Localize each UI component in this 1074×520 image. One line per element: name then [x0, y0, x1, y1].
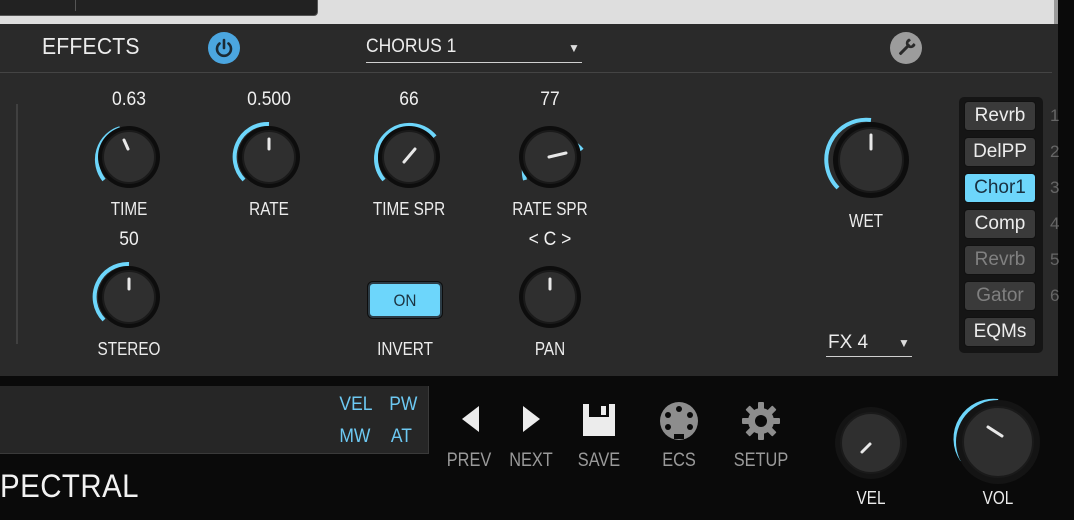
- next-label: NEXT: [509, 450, 553, 471]
- mod-at-label[interactable]: AT: [391, 426, 412, 448]
- wet-knob[interactable]: [816, 105, 926, 215]
- fx-slot-4[interactable]: Comp: [964, 209, 1036, 239]
- pan-knob[interactable]: [505, 252, 595, 342]
- header-divider: [0, 72, 1052, 73]
- velocity-label: VEL: [856, 488, 886, 508]
- setup-label: SETUP: [733, 450, 789, 471]
- volume-label: VOL: [982, 488, 1014, 508]
- fx-slot-2[interactable]: DelPP: [964, 137, 1036, 167]
- fx-slot-number: 3: [1050, 178, 1060, 197]
- rate-spr-value: 77: [540, 89, 560, 110]
- wrench-button[interactable]: [890, 32, 922, 64]
- pan-value: < C >: [528, 229, 572, 250]
- rate-label: RATE: [249, 199, 289, 219]
- fx-slot-6[interactable]: Gator: [964, 281, 1036, 311]
- top-display: 0000: [0, 0, 318, 16]
- time-spr-knob[interactable]: [364, 112, 454, 202]
- invert-button-text: ON: [393, 291, 417, 310]
- wrench-icon: [898, 38, 916, 56]
- ecs-button[interactable]: ECS: [644, 396, 714, 486]
- top-display-divider: [75, 0, 76, 11]
- fx-slot-number: 2: [1050, 142, 1060, 161]
- effect-type-dropdown[interactable]: CHORUS 1 ▼: [366, 36, 582, 63]
- chevron-down-icon: ▼: [568, 41, 580, 55]
- next-button[interactable]: NEXT: [496, 396, 566, 486]
- invert-toggle-button[interactable]: ON: [368, 282, 442, 318]
- preset-name: PECTRAL: [0, 468, 140, 504]
- power-button[interactable]: [208, 32, 240, 64]
- fx-slot-1[interactable]: Revrb: [964, 101, 1036, 131]
- fx-slot-7[interactable]: EQMs: [964, 317, 1036, 347]
- ecs-label: ECS: [662, 450, 696, 471]
- prev-button[interactable]: PREV: [434, 396, 504, 486]
- rate-spr-knob[interactable]: [505, 112, 595, 202]
- gear-icon: [742, 402, 780, 440]
- fx-slot-number: 5: [1050, 250, 1060, 269]
- chevron-down-icon: ▼: [898, 336, 910, 350]
- midi-port-icon: [660, 402, 698, 440]
- prev-label: PREV: [446, 450, 492, 471]
- top-display-text: 0000: [1, 0, 30, 3]
- fx-slot-3[interactable]: Chor1: [964, 173, 1036, 203]
- triangle-right-icon: [523, 406, 540, 432]
- stereo-value: 50: [119, 229, 139, 250]
- wet-label: WET: [849, 211, 883, 231]
- save-button[interactable]: SAVE: [564, 396, 634, 486]
- effect-type-value: CHORUS 1: [366, 36, 457, 57]
- stereo-knob[interactable]: [84, 252, 174, 342]
- time-label: TIME: [110, 199, 148, 219]
- fx-slot-number: 6: [1050, 286, 1060, 305]
- setup-button[interactable]: SETUP: [726, 396, 796, 486]
- rate-spr-label: RATE SPR: [512, 199, 588, 219]
- panel-divider: [16, 104, 18, 344]
- time-spr-value: 66: [399, 89, 419, 110]
- panel-edge: [1054, 0, 1058, 24]
- fx-slot-5[interactable]: Revrb: [964, 245, 1036, 275]
- fx-slot-list: Revrb DelPP Chor1 Comp Revrb Gator EQMs: [959, 97, 1043, 353]
- fx-slot-number: 4: [1050, 214, 1060, 233]
- invert-label: INVERT: [377, 339, 433, 359]
- time-knob[interactable]: [84, 112, 174, 202]
- mod-mw-label[interactable]: MW: [339, 426, 370, 448]
- fx-bus-value: FX 4: [828, 332, 869, 353]
- save-icon: [583, 404, 615, 436]
- time-value: 0.63: [111, 89, 147, 110]
- time-spr-label: TIME SPR: [372, 199, 446, 219]
- triangle-left-icon: [462, 406, 479, 432]
- mod-pw-label[interactable]: PW: [389, 394, 417, 416]
- stereo-label: STEREO: [97, 339, 161, 359]
- volume-knob[interactable]: [946, 390, 1050, 494]
- velocity-knob[interactable]: [826, 398, 916, 488]
- fx-bus-dropdown[interactable]: FX 4 ▼: [826, 330, 912, 357]
- pan-label: PAN: [534, 339, 566, 359]
- section-title: EFFECTS: [42, 33, 140, 59]
- rate-knob[interactable]: [224, 112, 314, 202]
- mod-vel-label[interactable]: VEL: [339, 394, 372, 416]
- power-icon: [215, 38, 233, 58]
- mod-display: VEL PW MW AT: [0, 386, 429, 454]
- fx-slot-number: 1: [1050, 106, 1060, 125]
- rate-value: 0.500: [247, 89, 291, 110]
- save-label: SAVE: [577, 450, 621, 471]
